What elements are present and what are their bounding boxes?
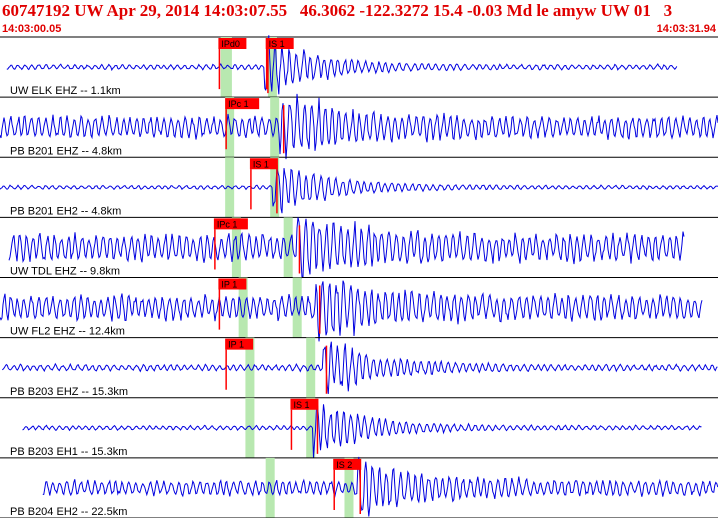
s-window xyxy=(306,337,316,398)
s-pick-label: IS 2 xyxy=(336,460,352,470)
s-pick-label: IS 1 xyxy=(269,39,285,49)
p-pick-label: IP 1 xyxy=(228,340,244,350)
station-label: PB B203 EH1 -- 15.3km xyxy=(10,446,127,458)
seismogram-plot: IPd0 IS 1 UW ELK EHZ -- 1.1km IPc 1 PB B201 … xyxy=(0,35,718,518)
p-pick-label: IPd0 xyxy=(221,39,240,49)
p-pick-label: IPc 1 xyxy=(217,219,238,229)
s-pick-label: IS 1 xyxy=(293,400,309,410)
station-label: PB B201 EHZ -- 4.8km xyxy=(10,145,122,157)
station-label: PB B203 EHZ -- 15.3km xyxy=(10,386,128,398)
p-pick-label: IP 1 xyxy=(221,280,237,290)
station-label: PB B201 EH2 -- 4.8km xyxy=(10,205,121,217)
station-label: UW ELK EHZ -- 1.1km xyxy=(10,85,121,97)
p-window xyxy=(265,457,275,518)
p-pick-label: IPc 1 xyxy=(228,99,249,109)
s-pick-label: IS 1 xyxy=(253,159,269,169)
waveform-trace xyxy=(42,456,718,517)
station-label: PB B204 EH2 -- 22.5km xyxy=(10,506,127,518)
station-label: UW FL2 EHZ -- 12.4km xyxy=(10,326,125,338)
station-label: UW TDL EHZ -- 9.8km xyxy=(10,266,120,278)
